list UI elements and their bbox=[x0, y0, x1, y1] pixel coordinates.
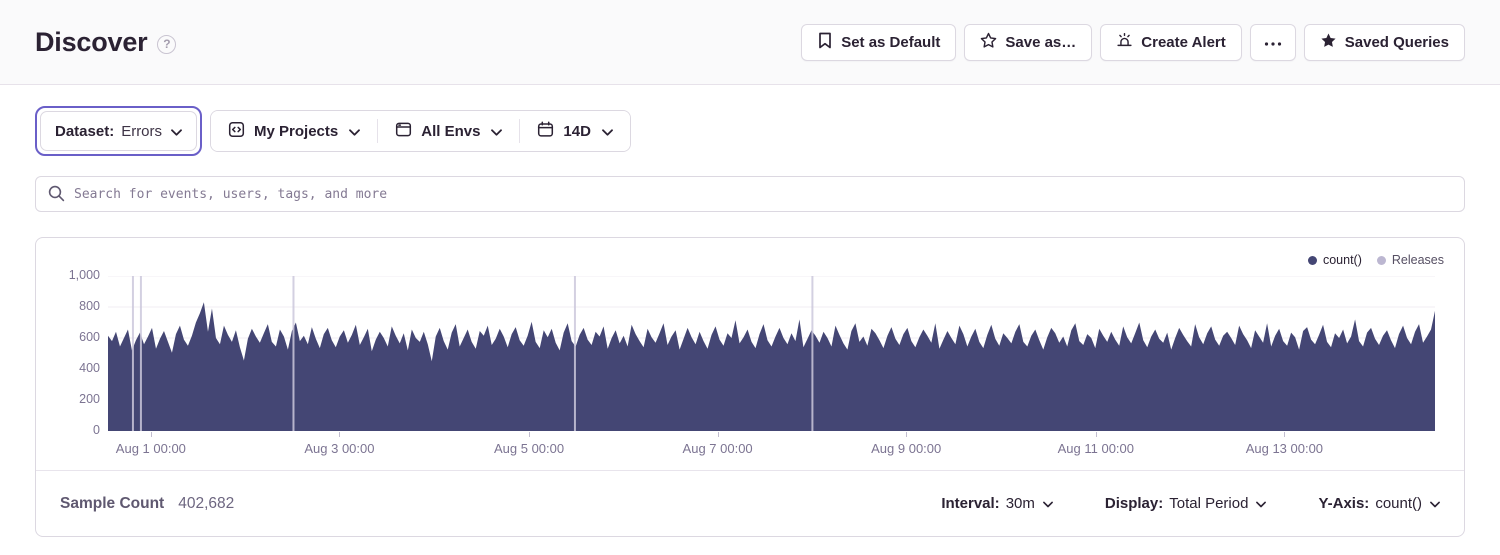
y-axis-tick-label: 400 bbox=[79, 361, 100, 375]
dataset-dropdown[interactable]: Dataset: Errors bbox=[40, 111, 197, 151]
x-axis-tick-label: Aug 11 00:00 bbox=[1058, 441, 1134, 456]
y-axis-value: count() bbox=[1375, 495, 1422, 512]
projects-label: My Projects bbox=[254, 123, 338, 140]
display-value: Total Period bbox=[1169, 495, 1248, 512]
interval-dropdown[interactable]: Interval: 30m bbox=[941, 495, 1053, 512]
sample-count-value: 402,682 bbox=[178, 495, 234, 513]
chart-legend: count() Releases bbox=[1308, 253, 1444, 267]
chart-area: count() Releases 0 200 400 600 800 1,000 Aug … bbox=[36, 238, 1464, 470]
sample-count-label: Sample Count bbox=[60, 495, 164, 513]
date-range-label: 14D bbox=[563, 123, 591, 140]
display-dropdown[interactable]: Display: Total Period bbox=[1105, 495, 1267, 512]
y-axis-labels: 0 200 400 600 800 1,000 bbox=[36, 238, 100, 470]
y-axis-tick-label: 0 bbox=[93, 423, 100, 437]
chart-footer: Sample Count 402,682 Interval: 30m Displ… bbox=[36, 470, 1464, 536]
star-filled-icon bbox=[1320, 32, 1337, 53]
page-title: Discover bbox=[35, 27, 147, 58]
help-icon[interactable]: ? bbox=[157, 35, 176, 54]
y-axis-tick-label: 800 bbox=[79, 299, 100, 313]
filter-bar: Dataset: Errors My Projects bbox=[35, 106, 1465, 156]
chevron-down-icon bbox=[1043, 495, 1053, 512]
legend-item-count[interactable]: count() bbox=[1308, 253, 1362, 267]
chevron-down-icon bbox=[1430, 495, 1440, 512]
interval-value: 30m bbox=[1006, 495, 1035, 512]
x-axis-tick-label: Aug 13 00:00 bbox=[1246, 441, 1323, 456]
window-icon bbox=[395, 121, 412, 142]
calendar-icon bbox=[537, 121, 554, 142]
results-chart-panel: count() Releases 0 200 400 600 800 1,000 Aug … bbox=[35, 237, 1465, 537]
x-axis-tick-mark bbox=[1284, 432, 1285, 437]
bookmark-icon bbox=[817, 32, 833, 53]
environments-dropdown[interactable]: All Envs bbox=[378, 111, 519, 151]
y-axis-label: Y-Axis: bbox=[1318, 495, 1369, 512]
y-axis-tick-label: 600 bbox=[79, 330, 100, 344]
x-axis-tick-label: Aug 5 00:00 bbox=[494, 441, 564, 456]
chevron-down-icon bbox=[491, 123, 502, 140]
date-range-dropdown[interactable]: 14D bbox=[520, 111, 630, 151]
legend-count-label: count() bbox=[1323, 253, 1362, 267]
y-axis-tick-label: 200 bbox=[79, 392, 100, 406]
chevron-down-icon bbox=[1256, 495, 1266, 512]
chart-plot[interactable] bbox=[108, 276, 1435, 431]
page-filter-group: My Projects All Envs bbox=[210, 110, 631, 152]
chevron-down-icon bbox=[349, 123, 360, 140]
x-axis-tick-mark bbox=[906, 432, 907, 437]
x-axis-tick-label: Aug 7 00:00 bbox=[683, 441, 753, 456]
project-icon bbox=[228, 121, 245, 142]
saved-queries-label: Saved Queries bbox=[1345, 34, 1449, 51]
x-axis-tick-mark bbox=[339, 432, 340, 437]
chevron-down-icon bbox=[171, 123, 182, 140]
y-axis-tick-label: 1,000 bbox=[69, 268, 100, 282]
dataset-highlight-ring: Dataset: Errors bbox=[35, 106, 202, 156]
x-axis-tick-label: Aug 3 00:00 bbox=[304, 441, 374, 456]
set-as-default-label: Set as Default bbox=[841, 34, 940, 51]
x-axis-labels: Aug 1 00:00 Aug 3 00:00 Aug 5 00:00 Aug 7 0… bbox=[108, 432, 1435, 468]
search-icon bbox=[47, 184, 66, 208]
projects-dropdown[interactable]: My Projects bbox=[211, 111, 377, 151]
x-axis-tick-label: Aug 1 00:00 bbox=[116, 441, 186, 456]
legend-item-releases[interactable]: Releases bbox=[1377, 253, 1444, 267]
dataset-label: Dataset: bbox=[55, 123, 114, 140]
x-axis-tick-mark bbox=[1096, 432, 1097, 437]
x-axis-tick-mark bbox=[718, 432, 719, 437]
save-as-button[interactable]: Save as… bbox=[964, 24, 1092, 61]
set-as-default-button[interactable]: Set as Default bbox=[801, 24, 956, 61]
interval-label: Interval: bbox=[941, 495, 999, 512]
x-axis-tick-label: Aug 9 00:00 bbox=[871, 441, 941, 456]
x-axis-tick-mark bbox=[151, 432, 152, 437]
chevron-down-icon bbox=[602, 123, 613, 140]
star-outline-icon bbox=[980, 32, 997, 53]
more-options-button[interactable] bbox=[1250, 24, 1296, 61]
save-as-label: Save as… bbox=[1005, 34, 1076, 51]
legend-releases-label: Releases bbox=[1392, 253, 1444, 267]
search-bar bbox=[35, 176, 1465, 212]
create-alert-label: Create Alert bbox=[1141, 34, 1225, 51]
create-alert-button[interactable]: Create Alert bbox=[1100, 24, 1241, 61]
y-axis-dropdown[interactable]: Y-Axis: count() bbox=[1318, 495, 1440, 512]
releases-series-dot-icon bbox=[1377, 256, 1386, 265]
display-label: Display: bbox=[1105, 495, 1163, 512]
page-header: Discover ? Set as Default Save as… bbox=[0, 0, 1500, 85]
ellipsis-icon bbox=[1264, 34, 1282, 51]
siren-icon bbox=[1116, 32, 1133, 53]
environments-label: All Envs bbox=[421, 123, 480, 140]
count-series-dot-icon bbox=[1308, 256, 1317, 265]
x-axis-tick-mark bbox=[529, 432, 530, 437]
dataset-value: Errors bbox=[121, 123, 162, 140]
saved-queries-button[interactable]: Saved Queries bbox=[1304, 24, 1465, 61]
search-input[interactable] bbox=[35, 176, 1465, 212]
